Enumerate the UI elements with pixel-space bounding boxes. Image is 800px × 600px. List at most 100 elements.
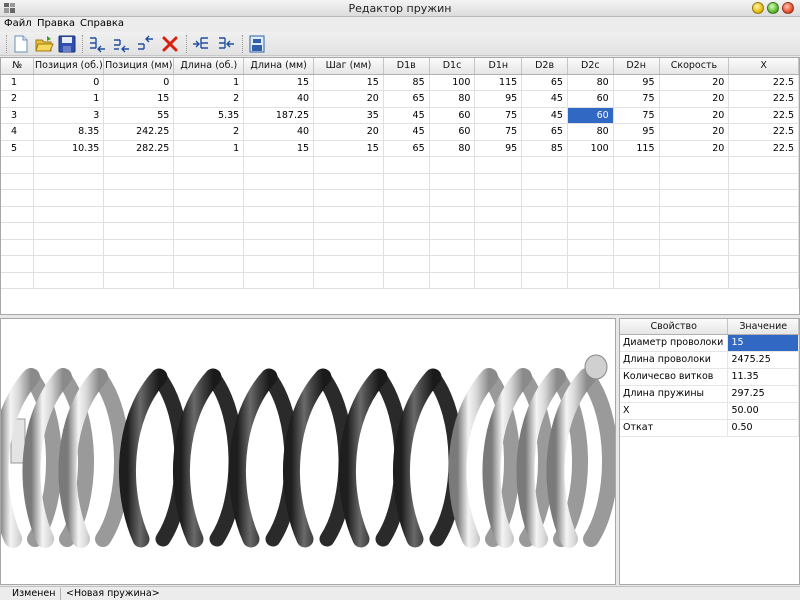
- table-cell[interactable]: 0: [33, 74, 105, 91]
- table-cell[interactable]: 65: [383, 90, 430, 108]
- table-cell[interactable]: 95: [474, 140, 523, 157]
- column-header[interactable]: №: [1, 58, 35, 75]
- table-row[interactable]: 1 0 0 1 15 15 85 100 115 65 80 95 20 22.5: [1, 74, 799, 91]
- insert-row-after-icon[interactable]: [135, 34, 155, 54]
- table-cell[interactable]: 22.5: [728, 74, 799, 91]
- table-cell[interactable]: 55: [103, 107, 175, 124]
- property-value[interactable]: 0.50: [727, 419, 799, 437]
- minimize-button[interactable]: [752, 2, 764, 14]
- table-cell[interactable]: 20: [313, 123, 384, 141]
- table-cell[interactable]: 22.5: [728, 107, 799, 124]
- table-cell[interactable]: 20: [659, 140, 730, 157]
- table-cell[interactable]: 95: [613, 123, 660, 141]
- table-cell[interactable]: 85: [383, 74, 430, 91]
- table-cell[interactable]: 100: [429, 74, 476, 91]
- column-header[interactable]: Позиция (об.): [33, 58, 105, 75]
- table-cell[interactable]: 2: [173, 123, 245, 141]
- row-number-cell[interactable]: 2: [1, 90, 35, 108]
- table-cell[interactable]: 100: [567, 140, 614, 157]
- table-cell[interactable]: 20: [659, 107, 730, 124]
- column-header[interactable]: D2н: [613, 58, 660, 75]
- row-number-cell[interactable]: 3: [1, 107, 35, 124]
- delete-column-icon[interactable]: [216, 34, 236, 54]
- table-cell[interactable]: 60: [567, 107, 614, 124]
- column-header[interactable]: D2с: [567, 58, 614, 75]
- table-cell[interactable]: 75: [613, 107, 660, 124]
- menu-file[interactable]: Файл: [4, 18, 32, 29]
- property-row[interactable]: X 50.00: [620, 402, 799, 420]
- table-cell[interactable]: 115: [474, 74, 523, 91]
- table-cell[interactable]: 80: [429, 140, 476, 157]
- maximize-button[interactable]: [767, 2, 779, 14]
- column-header[interactable]: Шаг (мм): [313, 58, 384, 75]
- table-cell[interactable]: 22.5: [728, 90, 799, 108]
- table-cell[interactable]: 45: [521, 90, 568, 108]
- column-header[interactable]: D1н: [474, 58, 523, 75]
- property-row[interactable]: Количесво витков 11.35: [620, 368, 799, 386]
- table-cell[interactable]: 22.5: [728, 123, 799, 141]
- save-icon[interactable]: [57, 34, 77, 54]
- row-number-cell[interactable]: 5: [1, 140, 35, 157]
- table-cell[interactable]: 65: [521, 123, 568, 141]
- table-cell[interactable]: 20: [313, 90, 384, 108]
- table-cell[interactable]: 1: [173, 74, 245, 91]
- table-cell[interactable]: 60: [567, 90, 614, 108]
- property-row[interactable]: Длина пружины 297.25: [620, 385, 799, 403]
- properties-header-value[interactable]: Значение: [727, 319, 799, 335]
- property-value[interactable]: 11.35: [727, 368, 799, 386]
- table-cell[interactable]: 15: [243, 74, 315, 91]
- delete-row-icon[interactable]: [160, 34, 180, 54]
- menu-edit[interactable]: Правка: [37, 18, 75, 29]
- insert-column-icon[interactable]: [191, 34, 211, 54]
- spring-3d-view[interactable]: [0, 318, 616, 585]
- insert-row-before-icon[interactable]: [87, 34, 107, 54]
- open-folder-icon[interactable]: [34, 34, 54, 54]
- table-cell[interactable]: 45: [383, 107, 430, 124]
- table-cell[interactable]: 15: [313, 140, 384, 157]
- table-cell[interactable]: 187.25: [243, 107, 315, 124]
- properties-header-property[interactable]: Свойство: [620, 319, 729, 335]
- table-cell[interactable]: 60: [429, 107, 476, 124]
- row-number-cell[interactable]: 1: [1, 74, 35, 91]
- table-cell[interactable]: 282.25: [103, 140, 175, 157]
- close-window-button[interactable]: [782, 2, 794, 14]
- table-cell[interactable]: 15: [243, 140, 315, 157]
- property-value[interactable]: 2475.25: [727, 351, 799, 369]
- table-cell[interactable]: 85: [521, 140, 568, 157]
- table-cell[interactable]: 20: [659, 123, 730, 141]
- table-cell[interactable]: 1: [33, 90, 105, 108]
- table-cell[interactable]: 15: [103, 90, 175, 108]
- table-row[interactable]: 3 3 55 5.35 187.25 35 45 60 75 45 60 75 20 22.5: [1, 107, 799, 124]
- table-cell[interactable]: 20: [659, 74, 730, 91]
- column-header[interactable]: Длина (мм): [243, 58, 315, 75]
- column-header[interactable]: Позиция (мм): [103, 58, 175, 75]
- table-cell[interactable]: 2: [173, 90, 245, 108]
- property-value[interactable]: 50.00: [727, 402, 799, 420]
- table-cell[interactable]: 95: [613, 74, 660, 91]
- table-cell[interactable]: 5.35: [173, 107, 245, 124]
- table-cell[interactable]: 45: [521, 107, 568, 124]
- column-header[interactable]: D1с: [429, 58, 476, 75]
- table-cell[interactable]: 65: [521, 74, 568, 91]
- table-cell[interactable]: 75: [474, 123, 523, 141]
- table-cell[interactable]: 65: [383, 140, 430, 157]
- row-number-cell[interactable]: 4: [1, 123, 35, 141]
- table-cell[interactable]: 242.25: [103, 123, 175, 141]
- table-cell[interactable]: 15: [313, 74, 384, 91]
- table-row[interactable]: 2 1 15 2 40 20 65 80 95 45 60 75 20 22.5: [1, 90, 799, 108]
- table-row[interactable]: 5 10.35 282.25 1 15 15 65 80 95 85 100 115 20 22.5: [1, 140, 799, 157]
- table-row[interactable]: 4 8.35 242.25 2 40 20 45 60 75 65 80 95 20 22.5: [1, 123, 799, 141]
- table-cell[interactable]: 80: [567, 74, 614, 91]
- table-cell[interactable]: 95: [474, 90, 523, 108]
- property-value[interactable]: 297.25: [727, 385, 799, 403]
- table-cell[interactable]: 115: [613, 140, 660, 157]
- column-header[interactable]: X: [728, 58, 799, 75]
- column-header[interactable]: D2в: [521, 58, 568, 75]
- column-header[interactable]: D1в: [383, 58, 430, 75]
- table-cell[interactable]: 40: [243, 90, 315, 108]
- table-cell[interactable]: 75: [613, 90, 660, 108]
- column-header[interactable]: Скорость: [659, 58, 730, 75]
- table-cell[interactable]: 10.35: [33, 140, 105, 157]
- table-cell[interactable]: 80: [567, 123, 614, 141]
- table-cell[interactable]: 22.5: [728, 140, 799, 157]
